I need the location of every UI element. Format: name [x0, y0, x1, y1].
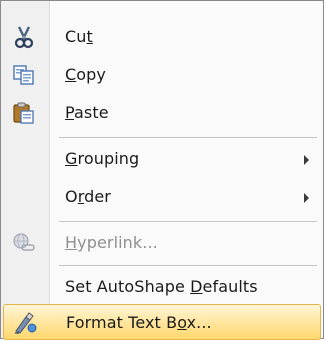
format-text-box-icon	[12, 311, 38, 335]
menu-item-label: Grouping	[65, 149, 140, 168]
menu-item-copy[interactable]: Copy	[1, 57, 323, 93]
menu-item-label: Set AutoShape Defaults	[65, 277, 258, 296]
hyperlink-icon	[11, 231, 37, 255]
menu-item-set-autoshape-defaults[interactable]: Set AutoShape Defaults	[1, 269, 323, 305]
submenu-arrow-icon	[304, 155, 309, 165]
menu-item-label: Order	[65, 187, 111, 206]
menu-item-cut[interactable]: Cut	[1, 19, 323, 55]
paste-icon	[11, 101, 37, 125]
menu-item-paste[interactable]: Paste	[1, 95, 323, 131]
menu-item-order[interactable]: Order	[1, 179, 323, 215]
menu-item-grouping[interactable]: Grouping	[1, 141, 323, 177]
menu-separator	[59, 221, 317, 223]
menu-item-format-text-box[interactable]: Format Text Box...	[3, 304, 321, 340]
submenu-arrow-icon	[304, 193, 309, 203]
menu-item-label: Paste	[65, 103, 109, 122]
context-menu: Cut Copy Paste Grouping Order Hyperlink.…	[0, 0, 324, 340]
menu-item-label: Copy	[65, 65, 106, 84]
menu-item-label: Hyperlink...	[65, 233, 158, 252]
scissors-icon	[11, 25, 37, 49]
copy-icon	[11, 63, 37, 87]
menu-item-label: Format Text Box...	[66, 313, 212, 332]
menu-separator	[59, 137, 317, 139]
menu-item-label: Cut	[65, 27, 93, 46]
menu-separator	[59, 265, 317, 267]
menu-item-hyperlink: Hyperlink...	[1, 225, 323, 261]
